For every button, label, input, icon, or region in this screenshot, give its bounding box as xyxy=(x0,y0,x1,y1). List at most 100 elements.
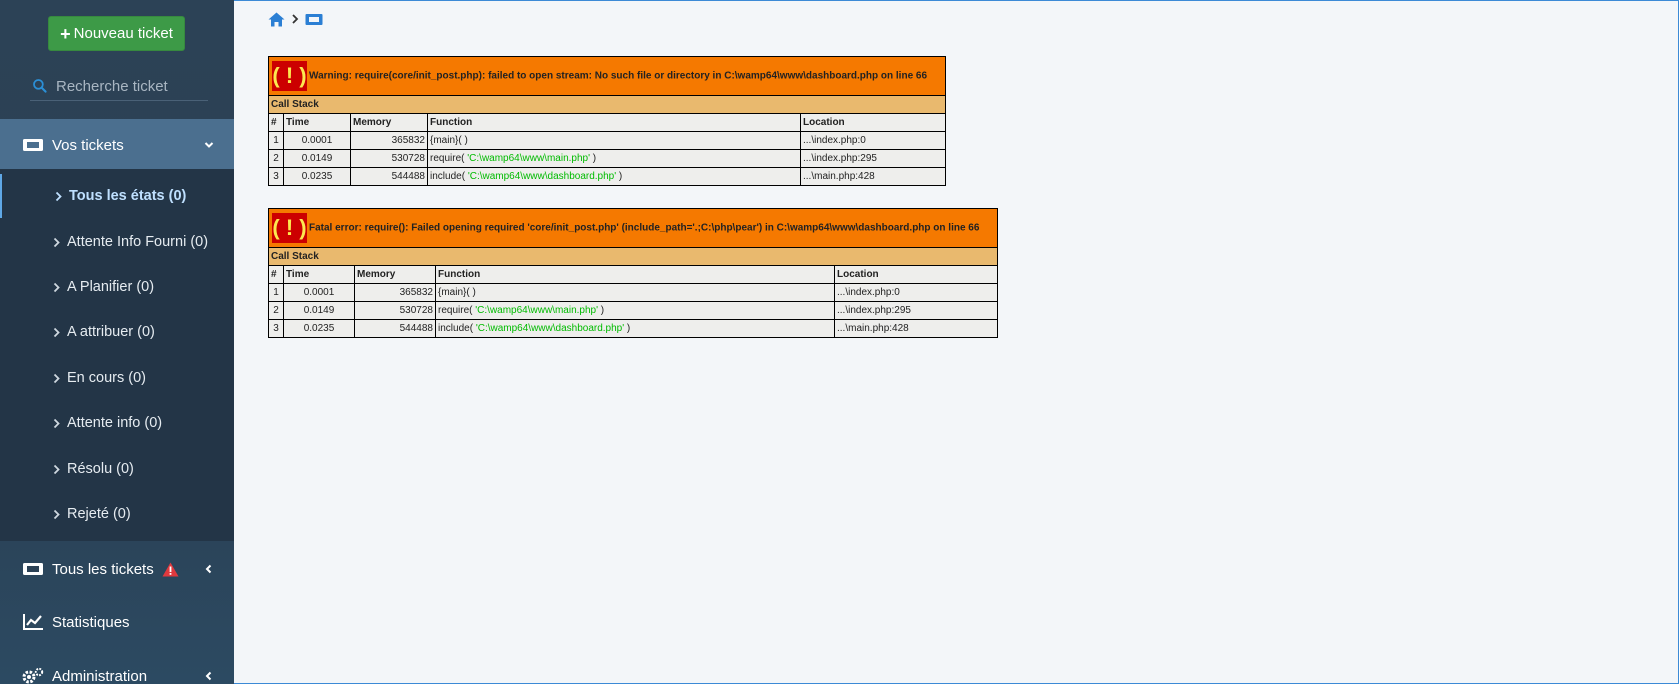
row-location: ...\index.php:0 xyxy=(800,131,946,150)
table-row: 3 0.0235 544488 include( 'C:\wamp64\www\… xyxy=(268,319,998,338)
function-name: {main}( ) xyxy=(438,287,476,298)
sub-item-label: Attente Info Fourni (0) xyxy=(67,234,209,250)
ticket-icon xyxy=(23,563,43,575)
chevron-right-icon xyxy=(53,418,60,428)
error-message: Warning: require(core/init_post.php): fa… xyxy=(309,70,928,82)
chevron-right-icon xyxy=(53,237,60,247)
col-header: # xyxy=(268,265,284,284)
call-stack-row: Call Stack xyxy=(268,247,998,266)
function-arg: 'C:\wamp64\www\main.php' xyxy=(467,153,591,164)
chevron-left-icon xyxy=(205,564,212,574)
chevron-right-icon xyxy=(292,14,299,24)
error-header-cell: ( ! ) Fatal error: require(): Failed open… xyxy=(268,208,998,248)
chevron-down-icon xyxy=(204,142,214,148)
nav-administration-label: Administration xyxy=(52,667,148,684)
col-header: Function xyxy=(427,113,801,132)
error-badge-icon: ( ! ) xyxy=(272,213,307,243)
php-warning-table: ( ! ) Warning: require(core/init_post.php… xyxy=(268,56,946,186)
row-time: 0.0001 xyxy=(283,283,355,302)
error-header-cell: ( ! ) Warning: require(core/init_post.php… xyxy=(268,56,946,96)
function-arg: 'C:\wamp64\www\dashboard.php' xyxy=(467,171,617,182)
search-icon xyxy=(33,79,47,93)
nav-vos-tickets[interactable]: Vos tickets xyxy=(0,119,234,171)
chevron-right-icon xyxy=(53,509,60,519)
vos-tickets-submenu: Tous les états (0) Attente Info Fourni (… xyxy=(0,169,234,541)
chevron-right-icon xyxy=(53,327,60,337)
row-memory: 365832 xyxy=(354,283,436,302)
search-box xyxy=(30,72,208,101)
row-number: 3 xyxy=(268,319,284,338)
sub-item-label: Rejeté (0) xyxy=(67,506,131,522)
table-row: 1 0.0001 365832 {main}( ) ...\index.php:… xyxy=(268,131,946,150)
row-memory: 530728 xyxy=(354,301,436,320)
nav-administration[interactable]: Administration xyxy=(0,650,234,684)
chevron-right-icon xyxy=(55,191,62,201)
col-header: Memory xyxy=(350,113,428,132)
row-location: ...\main.php:428 xyxy=(800,167,946,186)
function-name: {main}( ) xyxy=(430,135,468,146)
row-number: 3 xyxy=(268,167,284,186)
new-ticket-button[interactable]: + Nouveau ticket xyxy=(48,16,185,51)
error-badge-icon: ( ! ) xyxy=(272,61,307,91)
row-memory: 530728 xyxy=(350,149,428,168)
col-header: Time xyxy=(283,265,355,284)
sub-item-attente-info[interactable]: Attente info (0) xyxy=(0,401,234,445)
php-fatal-error-table: ( ! ) Fatal error: require(): Failed open… xyxy=(268,208,998,338)
row-number: 2 xyxy=(268,149,284,168)
sub-item-a-planifier[interactable]: A Planifier (0) xyxy=(0,265,234,309)
function-name: require( xyxy=(438,305,476,316)
row-function: {main}( ) xyxy=(435,283,835,302)
table-row: 2 0.0149 530728 require( 'C:\wamp64\www\… xyxy=(268,149,946,168)
row-memory: 365832 xyxy=(350,131,428,150)
sub-item-a-attribuer[interactable]: A attribuer (0) xyxy=(0,310,234,354)
row-number: 1 xyxy=(268,131,284,150)
table-header-row: # Time Memory Function Location xyxy=(268,265,998,284)
sub-item-label: Tous les états (0) xyxy=(69,188,187,204)
sub-item-label: Attente info (0) xyxy=(67,415,163,431)
frame-top-border xyxy=(234,0,1679,1)
nav-tous-les-tickets[interactable]: Tous les tickets xyxy=(0,543,234,595)
chart-line-icon xyxy=(23,614,43,630)
warning-icon xyxy=(162,562,179,577)
col-header: Memory xyxy=(354,265,436,284)
gears-icon xyxy=(22,667,44,684)
row-function: require( 'C:\wamp64\www\main.php' ) xyxy=(427,149,801,168)
table-row: 3 0.0235 544488 include( 'C:\wamp64\www\… xyxy=(268,167,946,186)
sidebar: + Nouveau ticket Vos tickets Tous les ét… xyxy=(0,0,234,684)
function-name: include( xyxy=(430,171,468,182)
call-stack-label: Call Stack xyxy=(268,247,998,266)
sub-item-tous-les-etats[interactable]: Tous les états (0) xyxy=(0,174,234,218)
sub-item-attente-info-fourni[interactable]: Attente Info Fourni (0) xyxy=(0,220,234,264)
row-time: 0.0001 xyxy=(283,131,351,150)
error-message: Fatal error: require(): Failed opening r… xyxy=(309,222,980,234)
search-input[interactable] xyxy=(54,76,208,96)
sub-item-rejete[interactable]: Rejeté (0) xyxy=(0,492,234,536)
col-header: Location xyxy=(800,113,946,132)
nav-statistiques-label: Statistiques xyxy=(52,613,130,631)
ticket-icon xyxy=(23,139,43,151)
function-end: ) xyxy=(624,323,631,334)
row-function: include( 'C:\wamp64\www\dashboard.php' ) xyxy=(435,319,835,338)
chevron-left-icon xyxy=(205,671,212,681)
col-header: Function xyxy=(435,265,835,284)
sub-item-resolu[interactable]: Résolu (0) xyxy=(0,447,234,491)
function-end: ) xyxy=(616,171,623,182)
row-function: include( 'C:\wamp64\www\dashboard.php' ) xyxy=(427,167,801,186)
function-name: require( xyxy=(430,153,468,164)
sub-item-en-cours[interactable]: En cours (0) xyxy=(0,356,234,400)
row-time: 0.0235 xyxy=(283,167,351,186)
row-location: ...\main.php:428 xyxy=(834,319,998,338)
table-header-row: # Time Memory Function Location xyxy=(268,113,946,132)
col-header: Time xyxy=(283,113,351,132)
nav-statistiques[interactable]: Statistiques xyxy=(0,596,234,648)
home-icon[interactable] xyxy=(268,12,285,27)
breadcrumb xyxy=(268,10,323,28)
function-arg: 'C:\wamp64\www\main.php' xyxy=(475,305,599,316)
plus-icon: + xyxy=(60,23,71,44)
function-end: ) xyxy=(590,153,597,164)
ticket-icon[interactable] xyxy=(305,13,323,26)
row-time: 0.0235 xyxy=(283,319,355,338)
error-header-row: ( ! ) Fatal error: require(): Failed open… xyxy=(268,208,998,248)
row-location: ...\index.php:295 xyxy=(800,149,946,168)
sub-item-label: A attribuer (0) xyxy=(67,324,155,340)
